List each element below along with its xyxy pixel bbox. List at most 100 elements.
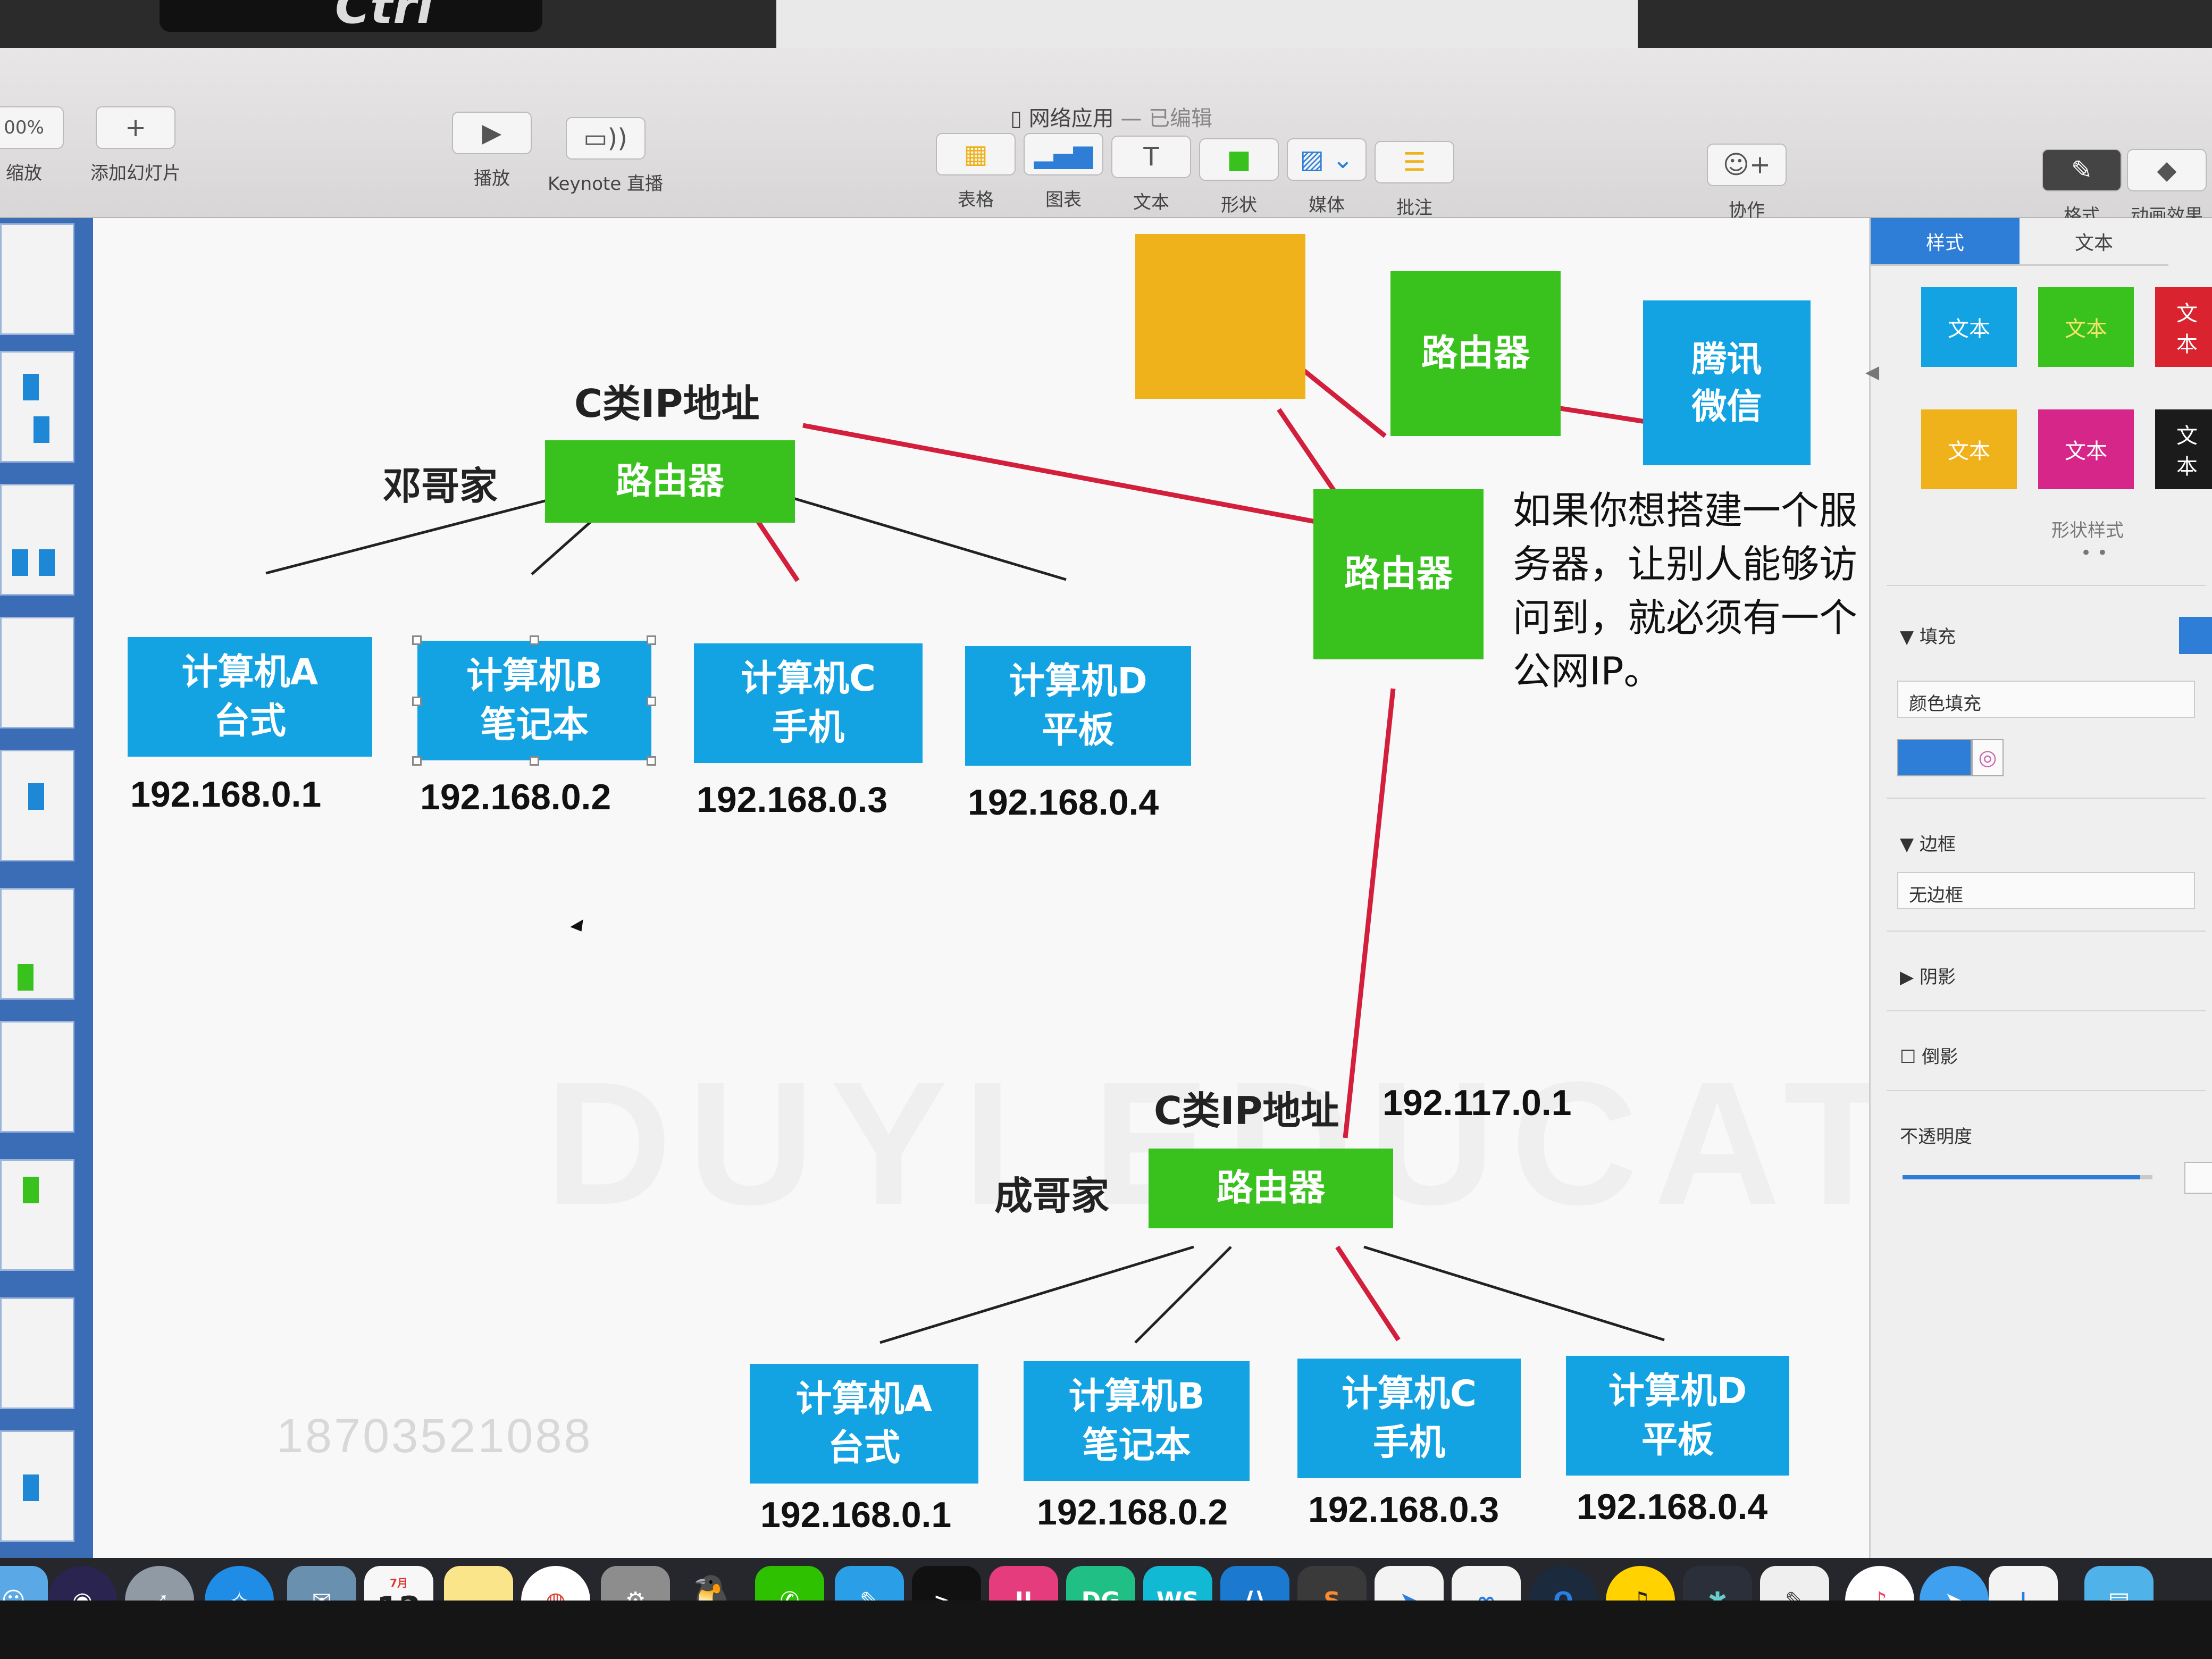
top-computer-b[interactable]: 计算机B 笔记本 xyxy=(417,641,651,760)
computer-name: 计算机D xyxy=(1608,1370,1747,1412)
router-label: 路由器 xyxy=(1421,332,1530,375)
fill-color-chip[interactable] xyxy=(2179,617,2212,654)
style-swatch-orange[interactable]: 文本 xyxy=(1921,409,2017,489)
style-swatch-green[interactable]: 文本 xyxy=(2038,287,2134,367)
shape-button[interactable]: ■ 形状 xyxy=(1199,138,1279,216)
service-label: 腾讯 微信 xyxy=(1691,338,1762,427)
border-type-select[interactable]: 无边框 xyxy=(1897,872,2195,909)
collaborate-icon: ☺+ xyxy=(1707,144,1787,186)
selection-handle[interactable] xyxy=(412,756,422,766)
slide-canvas[interactable]: DUYI EDUCATION C类IP地址 邓哥家 路由器 xyxy=(93,218,1869,1558)
tab-text[interactable]: 文本 xyxy=(2020,218,2168,266)
selection-handle[interactable] xyxy=(530,756,539,766)
top-ip-class-label: C类IP地址 xyxy=(574,381,760,426)
computer-type: 台式 xyxy=(827,1427,900,1469)
opacity-slider-track[interactable] xyxy=(1903,1175,2152,1179)
style-swatch-red[interactable]: 文本 xyxy=(2155,287,2212,367)
bottom-computer-c[interactable]: 计算机C 手机 xyxy=(1297,1359,1521,1478)
slide-thumbnail[interactable] xyxy=(0,888,74,1000)
ip-address: 192.168.0.2 xyxy=(1037,1492,1228,1532)
upper-router[interactable]: 路由器 xyxy=(1390,271,1561,436)
slide-thumbnail[interactable] xyxy=(0,1297,74,1409)
opacity-value-field[interactable] xyxy=(2184,1162,2212,1194)
bottom-router[interactable]: 路由器 xyxy=(1149,1149,1393,1228)
fill-type-select[interactable]: 颜色填充 xyxy=(1897,681,2195,718)
slide-thumbnail[interactable] xyxy=(0,617,74,728)
calendar-month: 7月 xyxy=(390,1576,408,1589)
plus-icon: + xyxy=(96,106,175,149)
color-wheel-icon[interactable]: ◎ xyxy=(1972,739,2004,776)
computer-type: 笔记本 xyxy=(480,703,589,746)
border-section-toggle[interactable]: ▼ 边框 xyxy=(1900,830,1956,856)
collaborate-button[interactable]: ☺+ 协作 xyxy=(1707,144,1787,222)
phone-number: 18703521088 xyxy=(276,1410,593,1463)
selection-handle[interactable] xyxy=(412,635,422,645)
tab-style[interactable]: 样式 xyxy=(1871,218,2020,266)
slide-thumbnail[interactable] xyxy=(0,351,74,463)
shape-icon: ■ xyxy=(1199,138,1279,181)
chevron-right-icon: ▶ xyxy=(1900,967,1920,988)
divider xyxy=(1887,798,2206,799)
computer-name: 计算机A xyxy=(795,1378,933,1420)
selection-handle[interactable] xyxy=(412,697,422,706)
format-button[interactable]: ✎ 格式 xyxy=(2042,149,2122,227)
top-computer-d[interactable]: 计算机D 平板 xyxy=(965,646,1191,766)
add-slide-button[interactable]: + 添加幻灯片 xyxy=(90,106,181,185)
slide-thumbnail[interactable] xyxy=(0,223,74,335)
fill-section-toggle[interactable]: ▼ 填充 xyxy=(1900,622,1956,648)
computer-name: 计算机B xyxy=(1068,1375,1205,1418)
bottom-ip-class-label: C类IP地址 xyxy=(1154,1088,1339,1133)
chevron-down-icon: ▼ xyxy=(1900,834,1920,855)
zoom-control[interactable]: 00% 缩放 xyxy=(0,106,64,185)
computer-type: 平板 xyxy=(1641,1419,1714,1461)
style-swatch-black[interactable]: 文本 xyxy=(2155,409,2212,489)
computer-type: 平板 xyxy=(1042,709,1115,751)
animate-button[interactable]: ◆ 动画效果 xyxy=(2127,149,2207,227)
slide-thumbnail[interactable] xyxy=(0,1159,74,1271)
public-ip-address: 192.117.0.1 xyxy=(1382,1083,1572,1123)
style-swatch-magenta[interactable]: 文本 xyxy=(2038,409,2134,489)
bottom-computer-b[interactable]: 计算机B 笔记本 xyxy=(1024,1361,1250,1481)
slide-thumbnail[interactable] xyxy=(0,750,74,861)
computer-type: 台式 xyxy=(213,700,286,742)
comment-button[interactable]: ☰ 批注 xyxy=(1375,141,1454,219)
top-home-label: 邓哥家 xyxy=(383,464,498,508)
play-button[interactable]: ▶ 播放 xyxy=(452,112,532,190)
text-button[interactable]: T 文本 xyxy=(1111,136,1191,214)
slide-thumbnail[interactable] xyxy=(0,1430,74,1542)
page-dots[interactable]: • • xyxy=(2081,542,2108,564)
top-router[interactable]: 路由器 xyxy=(545,440,795,523)
chevron-left-icon[interactable]: ◀ xyxy=(1865,362,1879,383)
window-title: ▯ 网络应用 — 已编辑 xyxy=(1010,101,1212,132)
middle-router[interactable]: 路由器 xyxy=(1313,489,1484,659)
fill-color-well[interactable] xyxy=(1897,739,1972,776)
document-title: 网络应用 xyxy=(1028,106,1114,131)
text-label: 文本 xyxy=(1133,192,1169,213)
keynote-live-button[interactable]: ▭)) Keynote 直播 xyxy=(548,117,663,195)
media-button[interactable]: ▨ ⌄ 媒体 xyxy=(1287,138,1367,216)
style-swatch-blue[interactable]: 文本 xyxy=(1921,287,2017,367)
selection-handle[interactable] xyxy=(647,697,656,706)
table-label: 表格 xyxy=(958,189,994,211)
slide-thumbnail[interactable] xyxy=(0,1021,74,1133)
computer-name: 计算机C xyxy=(741,657,876,700)
server-square[interactable] xyxy=(1135,234,1305,399)
top-computer-a[interactable]: 计算机A 台式 xyxy=(128,637,372,757)
zoom-select[interactable]: 00% xyxy=(0,106,64,149)
bottom-computer-d[interactable]: 计算机D 平板 xyxy=(1566,1356,1789,1476)
shadow-section-toggle[interactable]: ▶ 阴影 xyxy=(1900,962,1956,988)
fill-label: 填充 xyxy=(1919,626,1956,648)
chart-button[interactable]: ▂▄▆ 图表 xyxy=(1024,133,1103,211)
computer-type: 手机 xyxy=(1372,1421,1445,1464)
slide-thumbnail[interactable] xyxy=(0,484,74,596)
reflection-checkbox[interactable]: ☐ 倒影 xyxy=(1900,1042,1958,1068)
selection-handle[interactable] xyxy=(647,635,656,645)
selection-handle[interactable] xyxy=(647,756,656,766)
bottom-computer-a[interactable]: 计算机A 台式 xyxy=(750,1364,978,1484)
top-computer-c[interactable]: 计算机C 手机 xyxy=(694,643,923,763)
divider xyxy=(1887,585,2206,586)
table-button[interactable]: ▦ 表格 xyxy=(936,133,1016,211)
tencent-wechat-server[interactable]: 腾讯 微信 xyxy=(1643,300,1811,465)
selection-handle[interactable] xyxy=(530,635,539,645)
divider xyxy=(1887,1090,2206,1091)
